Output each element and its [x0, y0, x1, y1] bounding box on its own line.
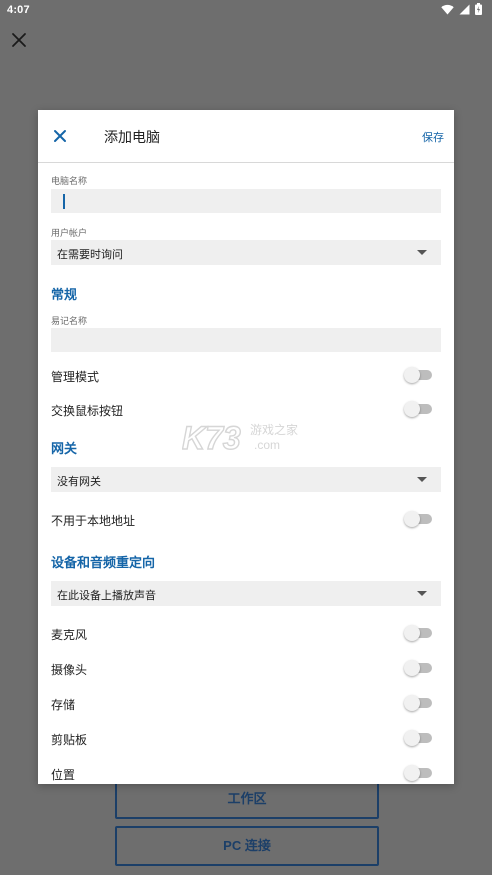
camera-toggle[interactable]: [404, 660, 432, 676]
clipboard-toggle[interactable]: [404, 730, 432, 746]
dialog-title: 添加电脑: [104, 130, 160, 146]
section-heading-general: 常规: [51, 288, 78, 303]
close-icon[interactable]: [9, 30, 29, 50]
svg-text:游戏之家: 游戏之家: [250, 422, 298, 437]
watermark-logo: K73 游戏之家 .com: [182, 419, 298, 455]
storage-label: 存储: [51, 698, 76, 712]
clipboard-label: 剪贴板: [51, 733, 88, 747]
dropdown-arrow-icon: [417, 591, 427, 596]
cell-signal-icon: [459, 4, 470, 14]
dropdown-arrow-icon: [417, 250, 427, 255]
camera-label: 摄像头: [51, 663, 88, 677]
battery-icon: [475, 3, 482, 15]
toggle-thumb: [404, 695, 420, 711]
computer-name-label: 电脑名称: [51, 177, 88, 187]
storage-toggle[interactable]: [404, 695, 432, 711]
toggle-thumb: [404, 367, 420, 383]
user-account-label: 用户帐户: [51, 229, 88, 239]
user-account-value: 在需要时询问: [57, 248, 123, 261]
workspace-button[interactable]: 工作区: [115, 779, 379, 819]
status-bar: 4:07: [0, 0, 492, 22]
bypass-local-toggle[interactable]: [404, 511, 432, 527]
save-button[interactable]: 保存: [422, 129, 444, 145]
friendly-name-label: 易记名称: [51, 317, 88, 327]
location-toggle[interactable]: [404, 765, 432, 781]
section-heading-redirection: 设备和音频重定向: [51, 556, 156, 571]
gateway-value: 没有网关: [57, 475, 101, 488]
microphone-label: 麦克风: [51, 628, 88, 642]
swap-mouse-toggle[interactable]: [404, 401, 432, 417]
location-label: 位置: [51, 768, 76, 782]
gateway-select[interactable]: 没有网关: [51, 467, 441, 492]
toggle-thumb: [404, 625, 420, 641]
user-account-select[interactable]: 在需要时询问: [51, 240, 441, 265]
admin-mode-toggle[interactable]: [404, 367, 432, 383]
toggle-thumb: [404, 730, 420, 746]
add-pc-dialog: 添加电脑 保存 电脑名称 用户帐户 在需要时询问 常规 易记名称 管理模式 交换…: [38, 110, 454, 784]
toggle-thumb: [404, 401, 420, 417]
bypass-local-label: 不用于本地地址: [51, 514, 136, 528]
status-icons: [441, 3, 482, 15]
dialog-header: 添加电脑 保存: [38, 110, 454, 163]
status-time: 4:07: [7, 4, 30, 16]
section-heading-gateway: 网关: [51, 442, 78, 457]
pc-connect-button[interactable]: PC 连接: [115, 826, 379, 866]
swap-mouse-label: 交换鼠标按钮: [51, 404, 124, 418]
microphone-toggle[interactable]: [404, 625, 432, 641]
dropdown-arrow-icon: [417, 477, 427, 482]
dialog-close-icon[interactable]: [52, 128, 68, 144]
toggle-thumb: [404, 765, 420, 781]
sound-select[interactable]: 在此设备上播放声音: [51, 581, 441, 606]
svg-text:K73: K73: [182, 420, 241, 455]
text-caret: [63, 194, 65, 209]
sound-value: 在此设备上播放声音: [57, 589, 156, 602]
toggle-thumb: [404, 660, 420, 676]
toggle-thumb: [404, 511, 420, 527]
svg-text:.com: .com: [254, 438, 280, 452]
friendly-name-input[interactable]: [51, 328, 441, 352]
wifi-icon: [441, 4, 454, 14]
computer-name-input[interactable]: [51, 189, 441, 213]
admin-mode-label: 管理模式: [51, 370, 100, 384]
